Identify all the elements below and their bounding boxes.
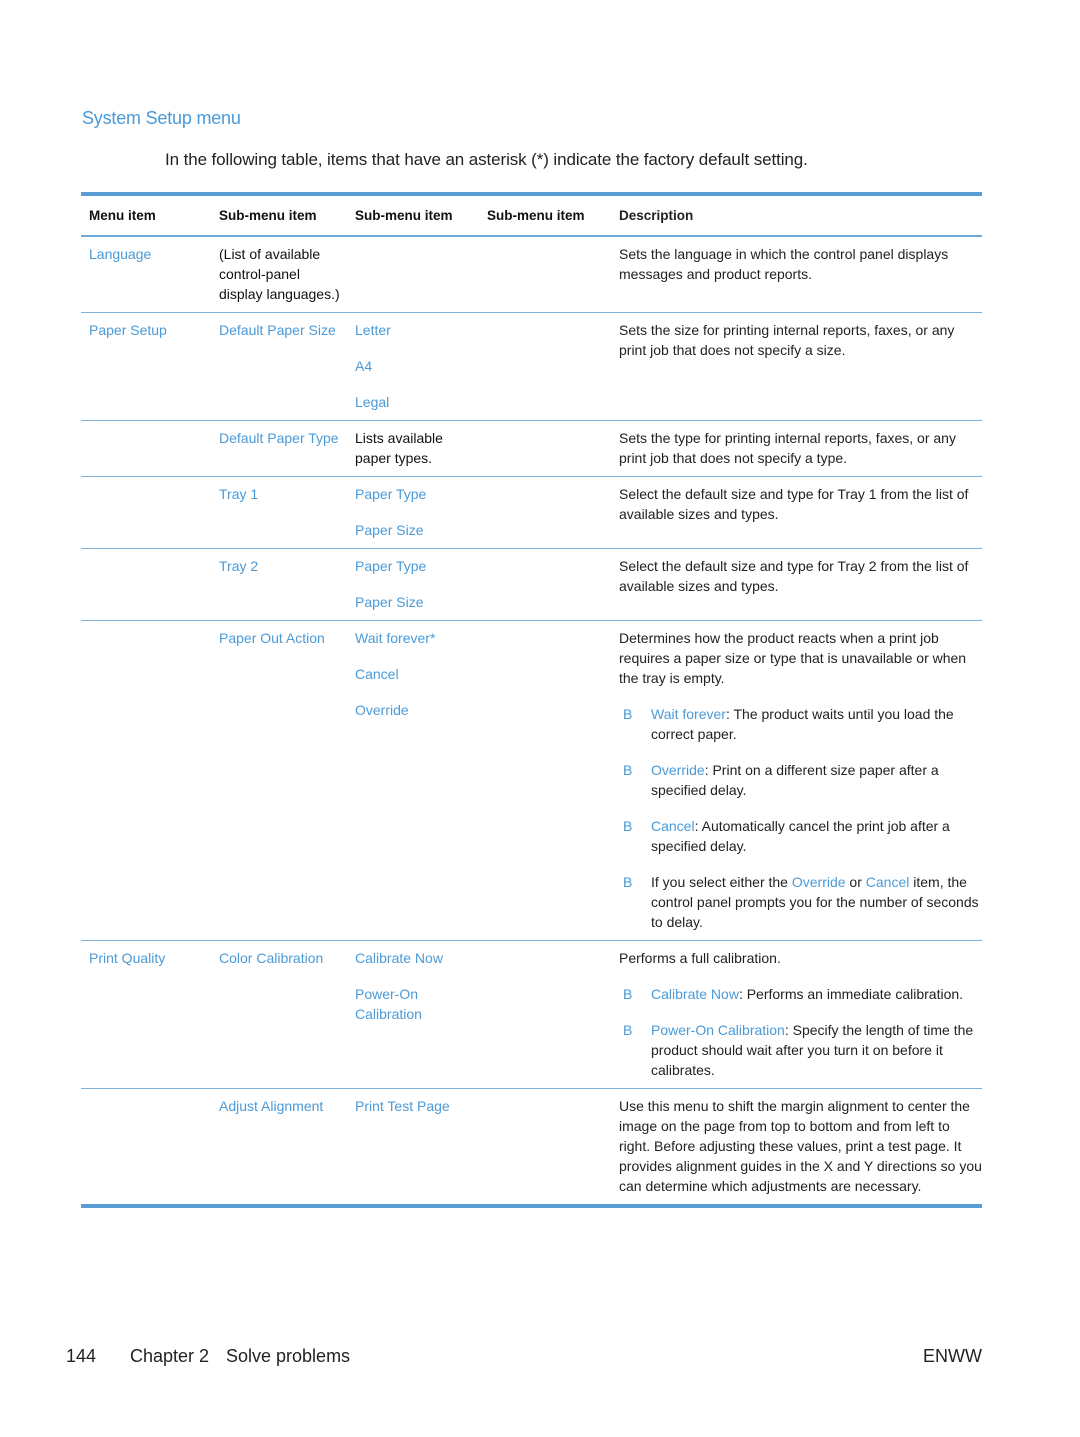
chapter-title: Solve problems [226, 1346, 351, 1366]
bullet-item: B If you select either the Override or C… [619, 872, 982, 932]
description-cell: Sets the type for printing internal repo… [619, 430, 956, 466]
bullet-marker-icon: B [623, 762, 633, 778]
description-cell: Use this menu to shift the margin alignm… [619, 1098, 982, 1194]
submenu-options: Paper Type Paper Size [347, 549, 479, 620]
submenu-paper-out-action[interactable]: Paper Out Action [211, 621, 347, 940]
table-row: Tray 1 Paper Type Paper Size Select the … [81, 477, 982, 548]
table-header-row: Menu item Sub-menu item Sub-menu item Su… [81, 196, 982, 235]
description-cell: Sets the language in which the control p… [619, 246, 949, 282]
description-cell: Performs a full calibration. B Calibrate… [611, 941, 982, 1088]
submenu-default-paper-size[interactable]: Default Paper Size [211, 313, 347, 420]
table-row: Default Paper Type Lists available paper… [81, 421, 982, 476]
option-paper-type[interactable]: Paper Type [355, 484, 479, 504]
page-footer: 144 Chapter 2 Solve problems ENWW [66, 1346, 982, 1367]
menu-item-print-quality[interactable]: Print Quality [81, 941, 211, 1088]
submenu-options: Letter A4 Legal [347, 313, 479, 420]
description-cell: Select the default size and type for Tra… [619, 558, 969, 594]
bullet-term-link[interactable]: Override [792, 874, 846, 890]
submenu-cell: Lists available paper types. [355, 430, 443, 466]
option-letter[interactable]: Letter [355, 320, 479, 340]
table-row: Print Quality Color Calibration Calibrat… [81, 941, 982, 1088]
bullet-marker-icon: B [623, 818, 633, 834]
menu-item-paper-setup[interactable]: Paper Setup [81, 313, 211, 420]
table-row: Tray 2 Paper Type Paper Size Select the … [81, 549, 982, 620]
submenu-default-paper-type[interactable]: Default Paper Type [211, 421, 347, 476]
bullet-term-link[interactable]: Calibrate Now [651, 986, 739, 1002]
bullet-term-link[interactable]: Cancel [866, 874, 910, 890]
table-row: Language (List of available control-pane… [81, 237, 982, 312]
description-text: Determines how the product reacts when a… [619, 630, 967, 686]
table-row: Adjust Alignment Print Test Page Use thi… [81, 1089, 982, 1204]
bullet-marker-icon: B [623, 874, 633, 890]
bullet-term-link[interactable]: Power-On Calibration [651, 1022, 785, 1038]
bullet-item: B Wait forever: The product waits until … [619, 704, 982, 744]
header-submenu-1: Sub-menu item [219, 208, 317, 223]
intro-text: In the following table, items that have … [165, 150, 808, 169]
option-a4[interactable]: A4 [355, 356, 479, 376]
table-row: Paper Setup Default Paper Size Letter A4… [81, 313, 982, 420]
menu-item-language[interactable]: Language [81, 237, 211, 312]
bullet-marker-icon: B [623, 1022, 633, 1038]
bullet-item: B Override: Print on a different size pa… [619, 760, 982, 800]
submenu-options: Wait forever* Cancel Override [347, 621, 479, 940]
submenu-color-calibration[interactable]: Color Calibration [211, 941, 347, 1088]
bullet-term-link[interactable]: Wait forever [651, 706, 726, 722]
submenu-cell: (List of available control-panel display… [219, 246, 340, 302]
bullet-text: : Performs an immediate calibration. [738, 986, 964, 1002]
header-menu-item: Menu item [89, 208, 156, 223]
bullet-item: B Cancel: Automatically cancel the print… [619, 816, 982, 856]
option-wait-forever[interactable]: Wait forever* [355, 628, 479, 648]
bullet-text: or [845, 874, 866, 890]
description-text: Performs a full calibration. [619, 950, 781, 966]
option-paper-size[interactable]: Paper Size [355, 592, 479, 612]
bullet-item: B Calibrate Now: Performs an immediate c… [619, 984, 982, 1004]
header-submenu-2: Sub-menu item [355, 208, 453, 223]
page-number: 144 [66, 1346, 97, 1366]
bullet-text: If you select either the [651, 874, 792, 890]
submenu-options: Paper Type Paper Size [347, 477, 479, 548]
submenu-adjust-alignment[interactable]: Adjust Alignment [211, 1089, 347, 1204]
header-description: Description [619, 208, 694, 223]
section-title: System Setup menu [82, 108, 241, 128]
option-power-on-calibration[interactable]: Power-On Calibration [355, 984, 435, 1024]
option-print-test-page[interactable]: Print Test Page [347, 1089, 479, 1204]
description-cell: Sets the size for printing internal repo… [619, 322, 955, 358]
bullet-marker-icon: B [623, 706, 633, 722]
option-legal[interactable]: Legal [355, 392, 479, 412]
submenu-tray-2[interactable]: Tray 2 [211, 549, 347, 620]
bullet-term-link[interactable]: Override [651, 762, 705, 778]
bullet-text: : Automatically cancel the print job aft… [651, 818, 950, 854]
submenu-options: Calibrate Now Power-On Calibration [347, 941, 479, 1088]
bullet-marker-icon: B [623, 986, 633, 1002]
header-submenu-3: Sub-menu item [487, 208, 585, 223]
system-setup-table: Menu item Sub-menu item Sub-menu item Su… [81, 192, 982, 1208]
option-paper-size[interactable]: Paper Size [355, 520, 479, 540]
bullet-item: B Power-On Calibration: Specify the leng… [619, 1020, 982, 1080]
option-paper-type[interactable]: Paper Type [355, 556, 479, 576]
table-bottom-rule [81, 1204, 982, 1208]
option-override[interactable]: Override [355, 700, 479, 720]
locale-code: ENWW [923, 1346, 982, 1366]
description-cell: Determines how the product reacts when a… [611, 621, 982, 940]
table-row: Paper Out Action Wait forever* Cancel Ov… [81, 621, 982, 940]
description-cell: Select the default size and type for Tra… [619, 486, 969, 522]
submenu-tray-1[interactable]: Tray 1 [211, 477, 347, 548]
chapter-label: Chapter 2 [130, 1346, 210, 1366]
bullet-term-link[interactable]: Cancel [651, 818, 695, 834]
option-cancel[interactable]: Cancel [355, 664, 479, 684]
option-calibrate-now[interactable]: Calibrate Now [355, 948, 479, 968]
